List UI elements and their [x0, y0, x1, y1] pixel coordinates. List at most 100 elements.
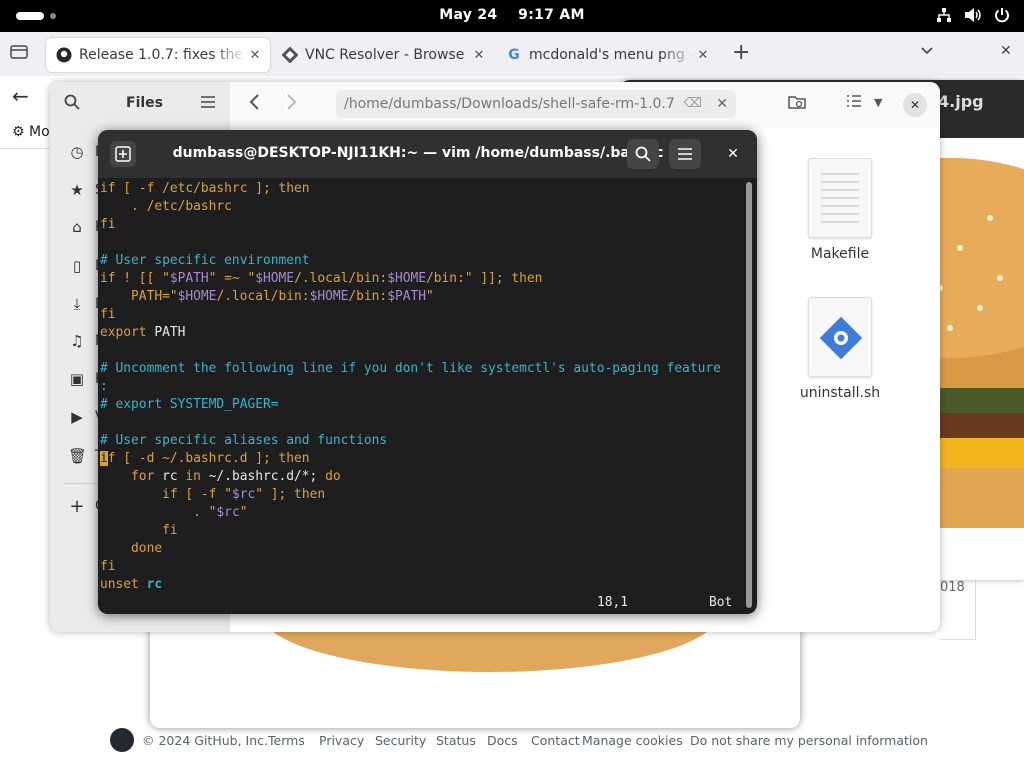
code-line: if [ -d ~/.bashrc.d ]; then — [100, 451, 310, 466]
image-viewer-title: 4.jpg — [938, 92, 984, 111]
power-icon[interactable] — [994, 7, 1010, 27]
recent-icon: ◷ — [70, 143, 84, 161]
documents-icon: ▯ — [72, 257, 82, 275]
vim-buffer[interactable]: if [ -f /etc/bashrc ]; then . /etc/bashr… — [100, 180, 742, 612]
code-line: fi — [100, 307, 116, 322]
code-line: # Uncomment the following line if you do… — [100, 361, 721, 376]
script-file-icon — [808, 297, 872, 377]
close-icon[interactable]: ✕ — [721, 142, 745, 166]
videos-icon: ▶ — [71, 408, 83, 426]
google-icon: G — [508, 47, 520, 63]
scroll-position: Bot — [709, 595, 733, 610]
footer-link-do-not-share[interactable]: Do not share my personal information — [690, 733, 928, 748]
close-path-icon[interactable]: ✕ — [716, 90, 728, 118]
view-options-chevron-icon[interactable]: ▼ — [874, 96, 882, 109]
top-bar: May 24 9:17 AM — [0, 0, 1024, 32]
close-tab-icon[interactable]: ✕ — [246, 48, 264, 63]
terminal-search-button[interactable] — [627, 139, 659, 169]
footer-link-status[interactable]: Status — [436, 733, 476, 748]
system-tray[interactable] — [936, 7, 1010, 27]
code-line: : — [100, 379, 108, 394]
code-line: # export SYSTEMD_PAGER= — [100, 397, 279, 412]
github-footer: © 2024 GitHub, Inc. Terms Privacy Securi… — [0, 728, 1024, 754]
code-line: fi — [100, 523, 178, 538]
clear-path-icon[interactable]: ⌫ — [684, 90, 702, 118]
browser-tab-bar: Release 1.0.7: fixes the fu ✕ VNC Resolv… — [0, 32, 1024, 76]
github-logo-icon[interactable] — [110, 728, 134, 752]
file-item-makefile[interactable]: Makefile — [785, 158, 895, 262]
footer-link-contact[interactable]: Contact — [531, 733, 580, 748]
close-tab-icon[interactable]: ✕ — [470, 48, 488, 63]
close-window-icon[interactable]: ✕ — [1000, 43, 1012, 59]
file-item-uninstall[interactable]: uninstall.sh — [785, 297, 895, 401]
code-line: . "$rc" — [100, 505, 248, 520]
browser-tab-github[interactable]: Release 1.0.7: fixes the fu ✕ — [46, 38, 270, 72]
footer-link-manage-cookies[interactable]: Manage cookies — [582, 733, 683, 748]
browser-tab-vnc[interactable]: VNC Resolver - Browse ✕ — [272, 38, 494, 72]
forward-icon[interactable] — [286, 92, 298, 116]
gh-date-fragment: 018 — [940, 580, 965, 595]
file-name: Makefile — [810, 246, 870, 262]
footer-link-docs[interactable]: Docs — [487, 733, 518, 748]
code-line: if [ -f /etc/bashrc ]; then — [100, 181, 310, 196]
text-file-icon — [808, 158, 872, 238]
footer-link-security[interactable]: Security — [375, 733, 426, 748]
code-line: for rc in ~/.bashrc.d/*; do — [100, 469, 341, 484]
new-tab-button[interactable] — [110, 141, 136, 167]
files-title: Files — [126, 95, 163, 111]
code-line: # User specific environment — [100, 253, 310, 268]
terminal-menu-button[interactable] — [669, 139, 701, 169]
tab-title: VNC Resolver - Browse — [305, 47, 465, 63]
browser-tab-google[interactable]: G mcdonald's menu png - G ✕ — [496, 38, 718, 72]
code-line: export PATH — [100, 325, 186, 340]
music-icon: ♫ — [70, 332, 84, 350]
tab-list-icon[interactable] — [10, 44, 28, 64]
starred-icon: ★ — [70, 181, 84, 199]
trash-icon: 🗑 — [68, 447, 88, 465]
other-locations-icon: + — [69, 495, 85, 517]
code-line: done — [100, 541, 163, 556]
chevron-down-icon[interactable] — [920, 43, 934, 61]
home-icon: ⌂ — [72, 218, 82, 236]
path-bar[interactable]: /home/dumbass/Downloads/shell-safe-rm-1.… — [336, 90, 736, 118]
github-icon — [56, 47, 72, 63]
network-icon[interactable] — [936, 7, 952, 27]
list-view-icon[interactable] — [846, 94, 862, 112]
close-tab-icon[interactable]: ✕ — [694, 48, 712, 63]
cursor-position: 18,1 — [597, 595, 629, 610]
code-line: if ! [[ "$PATH" =~ "$HOME/.local/bin:$HO… — [100, 271, 543, 286]
terminal-window: dumbass@DESKTOP-NJI11KH:~ — vim /home/du… — [98, 130, 757, 614]
tab-title: Release 1.0.7: fixes the fu — [79, 47, 246, 63]
search-icon[interactable] — [64, 94, 80, 114]
new-tab-button[interactable]: + — [732, 40, 750, 65]
code-line: if [ -f "$rc" ]; then — [100, 487, 326, 502]
downloads-icon: ⤓ — [73, 295, 81, 313]
clock[interactable]: May 24 9:17 AM — [0, 7, 1024, 23]
text-cursor: i — [100, 451, 108, 466]
hamburger-menu-icon[interactable] — [200, 94, 216, 113]
vnc-resolver-icon — [282, 47, 298, 63]
back-icon[interactable] — [248, 92, 260, 116]
footer-link-privacy[interactable]: Privacy — [319, 733, 364, 748]
footer-copyright: © 2024 GitHub, Inc. — [142, 733, 268, 748]
path-text: /home/dumbass/Downloads/shell-safe-rm-1.… — [344, 96, 675, 112]
scrollbar-thumb[interactable] — [746, 182, 752, 608]
volume-icon[interactable] — [964, 7, 982, 27]
close-window-button[interactable]: ✕ — [903, 93, 927, 117]
file-name: uninstall.sh — [799, 385, 881, 401]
footer-link-terms[interactable]: Terms — [268, 733, 305, 748]
clock-date: May 24 — [439, 7, 498, 23]
back-arrow-icon[interactable]: ← — [12, 84, 29, 108]
gh-nav-label: Mo — [29, 124, 50, 140]
terminal-title: dumbass@DESKTOP-NJI11KH:~ — vim /home/du… — [172, 145, 664, 161]
gear-icon: ⚙ — [12, 124, 25, 140]
gh-nav-fragment[interactable]: ⚙ Mo — [12, 124, 50, 140]
code-line: PATH="$HOME/.local/bin:$HOME/bin:$PATH" — [100, 289, 434, 304]
vim-status-line: 18,1 Bot — [100, 594, 742, 612]
terminal-scrollbar[interactable] — [743, 180, 755, 612]
folder-search-icon[interactable] — [788, 94, 806, 114]
code-line: unset rc — [100, 577, 163, 592]
